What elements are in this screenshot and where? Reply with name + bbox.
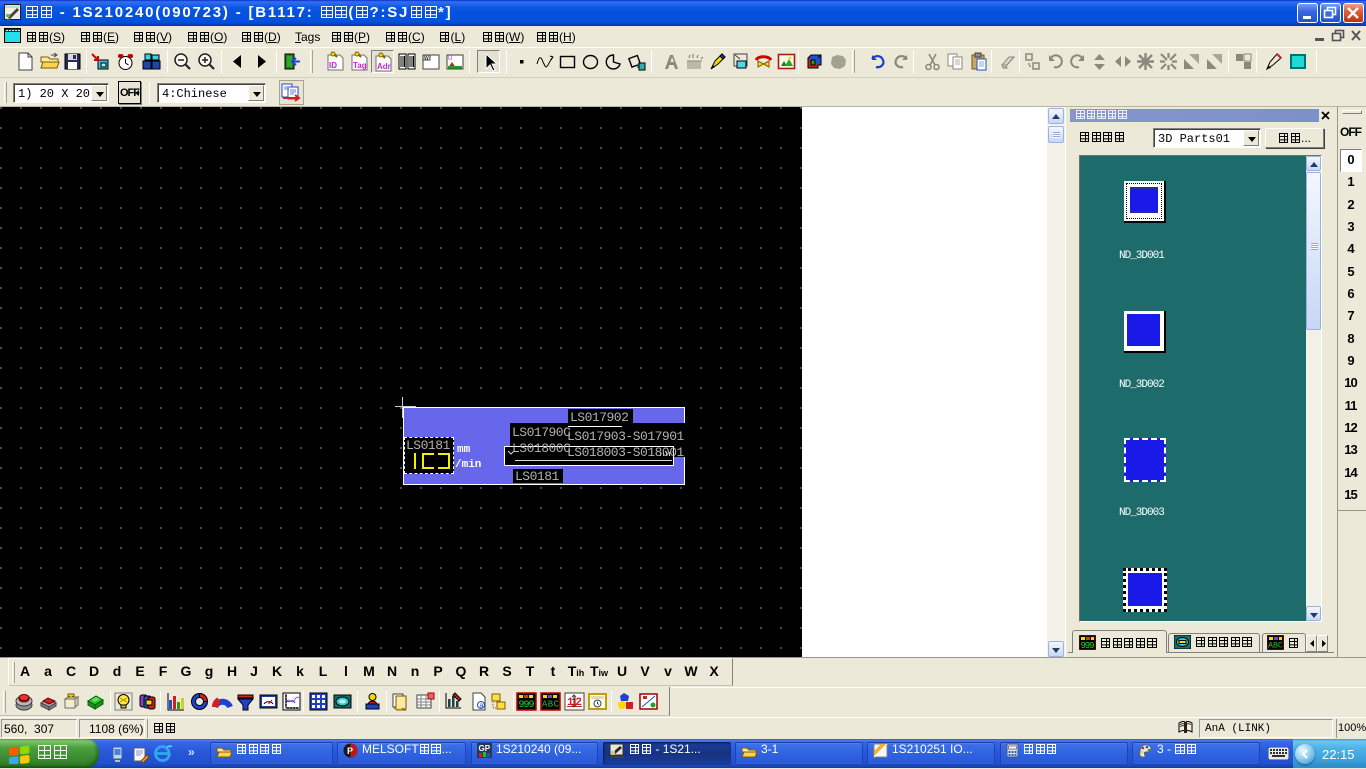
svg-text:ID: ID (329, 61, 337, 70)
svg-text:ABC: ABC (1268, 641, 1283, 651)
svg-text:a: a (480, 703, 484, 710)
svg-text:W: W (424, 56, 429, 62)
svg-text:U: U (448, 56, 452, 62)
svg-text:P: P (347, 746, 353, 756)
svg-text:999: 999 (519, 700, 535, 711)
svg-text:Adr: Adr (377, 62, 391, 71)
svg-text:ABC: ABC (542, 700, 560, 710)
svg-text:999: 999 (1081, 641, 1095, 650)
svg-text:GP: GP (479, 744, 491, 753)
svg-text:Tag: Tag (353, 61, 367, 70)
